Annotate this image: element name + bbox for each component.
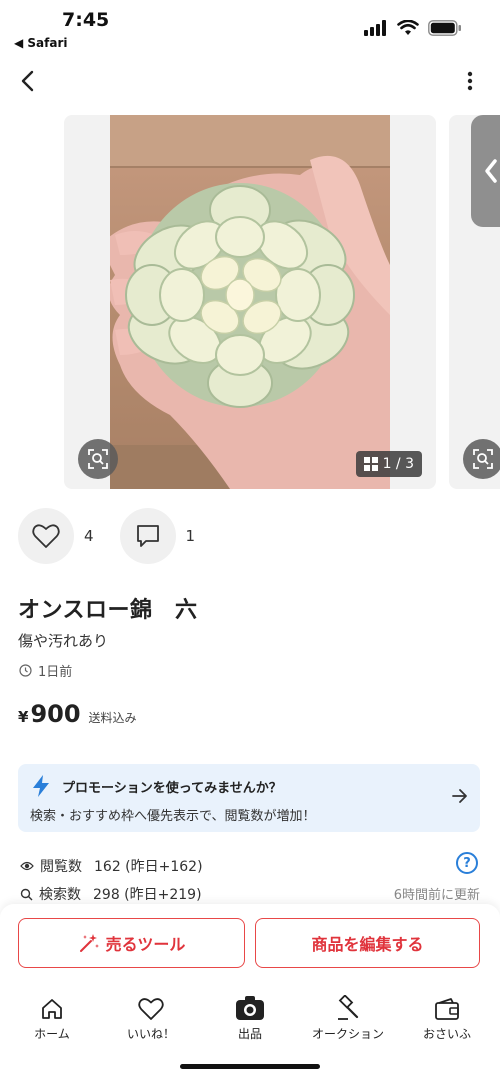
- tab-sell-label: 出品: [237, 1027, 262, 1041]
- shipping-note: 送料込み: [88, 711, 137, 725]
- tab-auction-label: オークション: [311, 1027, 384, 1041]
- home-icon: [42, 999, 62, 1019]
- carousel-slide-current[interactable]: 1 / 3: [64, 115, 436, 489]
- chevron-left-icon: [485, 159, 497, 183]
- tab-likes-label: いいね！: [126, 1027, 175, 1041]
- price-value: 900: [30, 700, 81, 728]
- signal-icon: [364, 20, 386, 36]
- comment-icon: [136, 525, 159, 547]
- updated-time: 6時間前に更新: [393, 888, 480, 903]
- home-indicator: [180, 1064, 320, 1069]
- image-counter: 1 / 3: [355, 451, 422, 477]
- more-vertical-icon: [467, 71, 473, 91]
- item-title: オンスロー錦 六: [18, 598, 198, 623]
- edit-item-label: 商品を編集する: [311, 935, 424, 954]
- clock-icon: [19, 664, 32, 677]
- tab-auction[interactable]: オークション: [298, 986, 398, 1042]
- action-bar: 売るツール 商品を編集する: [0, 904, 500, 986]
- top-nav: [0, 56, 500, 108]
- more-options-button[interactable]: [460, 68, 480, 94]
- sell-tool-label: 売るツール: [105, 935, 186, 954]
- battery-icon: [428, 20, 461, 36]
- comment-button[interactable]: [119, 508, 176, 564]
- wallet-icon: [435, 998, 459, 1020]
- edit-item-button[interactable]: 商品を編集する: [255, 918, 480, 968]
- sparkle-wand-icon: [79, 934, 99, 952]
- tab-likes[interactable]: いいね！: [101, 986, 201, 1042]
- image-zoom-button[interactable]: [78, 439, 118, 479]
- zoom-scan-icon: [473, 449, 493, 469]
- promotion-title: プロモーションを使ってみませんか？: [62, 781, 282, 796]
- posted-time: 1日前: [19, 661, 72, 680]
- tab-home-label: ホーム: [34, 1027, 70, 1041]
- back-button[interactable]: [12, 66, 42, 96]
- status-icons: [364, 20, 462, 36]
- like-count: 4: [84, 527, 94, 545]
- succulent-photo-illustration: [110, 115, 390, 489]
- searches-label: 検索数: [39, 887, 81, 903]
- camera-icon: [236, 996, 264, 1020]
- reactions-row: 4 1: [18, 508, 221, 564]
- searches-value: 298 (昨日+219): [93, 887, 202, 903]
- status-bar: 7:45 ◀ Safari: [0, 0, 500, 56]
- back-to-safari-link[interactable]: ◀ Safari: [14, 36, 68, 50]
- item-condition: 傷や汚れあり: [18, 632, 109, 650]
- like-button[interactable]: [18, 508, 74, 564]
- chevron-left-icon: [21, 70, 34, 92]
- product-photo[interactable]: [110, 115, 390, 489]
- arrow-right-icon: [452, 789, 467, 803]
- image-counter-text: 1 / 3: [382, 456, 414, 472]
- image-carousel[interactable]: 1 / 3: [0, 115, 500, 490]
- views-stat: 閲覧数 162 (昨日+162): [20, 856, 203, 876]
- sell-tool-button[interactable]: 売るツール: [18, 918, 245, 968]
- gavel-icon: [338, 995, 359, 1020]
- tab-sell[interactable]: 出品: [200, 986, 300, 1042]
- comment-count: 1: [185, 527, 196, 545]
- tab-wallet[interactable]: おさいふ: [397, 986, 497, 1042]
- promotion-text: 検索・おすすめ枠へ優先表示で、閲覧数が増加！: [30, 809, 316, 824]
- wifi-icon: [397, 20, 419, 35]
- promotion-banner[interactable]: プロモーションを使ってみませんか？ 検索・おすすめ枠へ優先表示で、閲覧数が増加！: [18, 764, 480, 832]
- side-panel-tab[interactable]: [471, 115, 500, 227]
- lightning-icon: [33, 775, 49, 797]
- posted-time-text: 1日前: [38, 665, 73, 680]
- views-label: 閲覧数: [40, 859, 82, 875]
- search-icon: [20, 888, 33, 900]
- heart-icon: [138, 998, 164, 1020]
- heart-icon: [32, 524, 60, 548]
- tab-home[interactable]: ホーム: [2, 986, 102, 1042]
- views-value: 162 (昨日+162): [94, 859, 203, 875]
- searches-stat: 検索数 298 (昨日+219): [20, 884, 202, 904]
- eye-icon: [20, 861, 34, 871]
- help-icon[interactable]: ?: [456, 852, 478, 874]
- price: ¥ 900 送料込み: [18, 700, 137, 728]
- grid-icon: [363, 457, 378, 471]
- status-time: 7:45: [62, 9, 110, 31]
- next-image-zoom-button[interactable]: [463, 439, 500, 479]
- tab-wallet-label: おさいふ: [422, 1027, 471, 1041]
- price-currency: ¥: [18, 708, 29, 726]
- zoom-scan-icon: [88, 449, 108, 469]
